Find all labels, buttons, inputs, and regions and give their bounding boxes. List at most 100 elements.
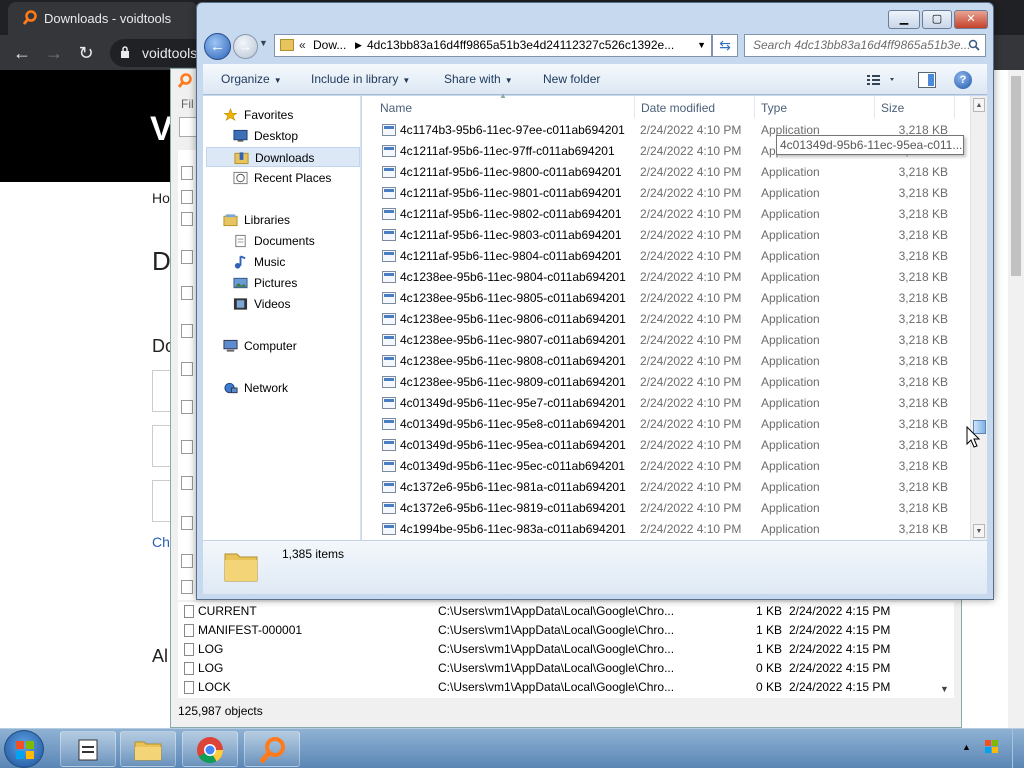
nav-recent-places[interactable]: Recent Places [203, 168, 361, 188]
column-header-date[interactable]: Date modified [641, 101, 715, 115]
file-list-scrollbar[interactable]: ▲ ▼ [970, 96, 987, 540]
recent-pages-dropdown-icon[interactable]: ▼ [259, 38, 268, 48]
file-size: 3,218 KB [898, 186, 948, 200]
scroll-down-arrow-icon[interactable]: ▼ [973, 524, 985, 538]
new-folder-button[interactable]: New folder [543, 72, 600, 86]
nav-favorites[interactable]: Favorites [203, 105, 361, 125]
table-row[interactable]: 4c1211af-95b6-11ec-9804-c011ab694201 2/24… [362, 246, 970, 267]
breadcrumb-separator-icon[interactable]: ▶ [355, 35, 362, 56]
chrome-tab[interactable]: Downloads - voidtools [8, 2, 198, 35]
address-dropdown-icon[interactable]: ▼ [697, 35, 706, 56]
address-bar[interactable]: « Dow... ▶ 4dc13bb83a16d4ff9865a51b3e4d2… [274, 34, 712, 57]
table-row[interactable]: 4c1994be-95b6-11ec-983a-c011ab694201 2/24… [362, 519, 970, 540]
column-divider[interactable] [634, 96, 635, 118]
nav-videos[interactable]: Videos [203, 294, 361, 314]
nav-computer[interactable]: Computer [203, 336, 361, 356]
table-row[interactable]: 4c01349d-95b6-11ec-95ec-c011ab694201 2/24… [362, 456, 970, 477]
list-item[interactable]: MANIFEST-000001 C:\Users\vm1\AppData\Loc… [178, 621, 954, 640]
item-count: 1,385 items [282, 547, 345, 561]
chrome-page-scrollbar[interactable] [1008, 70, 1024, 728]
minimize-button[interactable]: ▁ [888, 10, 920, 29]
nav-pictures[interactable]: Pictures [203, 273, 361, 293]
show-hidden-icons-icon[interactable]: ▲ [962, 742, 971, 752]
organize-button[interactable]: Organize ▼ [221, 72, 282, 86]
scroll-up-arrow-icon[interactable]: ▲ [973, 98, 985, 112]
breadcrumb-downloads[interactable]: Dow... [313, 35, 346, 56]
page-link[interactable]: Ch [152, 534, 170, 550]
list-item[interactable]: LOG C:\Users\vm1\AppData\Local\Google\Ch… [178, 659, 954, 678]
table-row[interactable]: 4c1211af-95b6-11ec-9802-c011ab694201 2/24… [362, 204, 970, 225]
nav-desktop[interactable]: Desktop [203, 126, 361, 146]
file-name: 4c01349d-95b6-11ec-95ea-c011ab694201 [400, 438, 626, 452]
folder-icon [280, 39, 294, 51]
file-type: Application [761, 501, 820, 515]
address-overflow[interactable]: « [299, 35, 306, 56]
scroll-down-arrow-icon[interactable]: ▼ [940, 684, 949, 694]
nav-label: Network [244, 381, 289, 395]
table-row[interactable]: 4c01349d-95b6-11ec-95e8-c011ab694201 2/24… [362, 414, 970, 435]
desktop-icon [233, 129, 248, 142]
file-type: Application [761, 480, 820, 494]
maximize-button[interactable]: ▢ [922, 10, 952, 29]
nav-music[interactable]: Music [203, 252, 361, 272]
chrome-forward-icon[interactable]: → [44, 43, 64, 63]
search-input[interactable]: Search 4dc13bb83a16d4ff9865a51b3e... [744, 34, 986, 57]
everything-menu-file[interactable]: Fil [181, 97, 194, 111]
table-row[interactable]: 4c1211af-95b6-11ec-9803-c011ab694201 2/24… [362, 225, 970, 246]
file-icon [184, 605, 194, 618]
include-in-library-button[interactable]: Include in library ▼ [311, 72, 410, 86]
refresh-icon[interactable]: ⇆ [712, 34, 738, 57]
table-row[interactable]: 4c1238ee-95b6-11ec-9806-c011ab694201 2/24… [362, 309, 970, 330]
close-button[interactable]: ✕ [954, 10, 988, 29]
column-header-name[interactable]: Name [380, 101, 412, 115]
chrome-back-icon[interactable]: ← [12, 43, 32, 63]
column-divider[interactable] [874, 96, 875, 118]
table-row[interactable]: 4c01349d-95b6-11ec-95ea-c011ab694201 2/24… [362, 435, 970, 456]
breadcrumb-current-folder[interactable]: 4dc13bb83a16d4ff9865a51b3e4d24112327c526… [367, 35, 674, 56]
page-nav-home[interactable]: Ho [152, 190, 170, 206]
column-header-size[interactable]: Size [881, 101, 904, 115]
preview-pane-icon[interactable] [918, 72, 936, 88]
start-button[interactable] [4, 730, 44, 768]
table-row[interactable]: 4c1238ee-95b6-11ec-9808-c011ab694201 2/24… [362, 351, 970, 372]
table-row[interactable]: 4c01349d-95b6-11ec-95e7-c011ab694201 2/24… [362, 393, 970, 414]
column-divider[interactable] [954, 96, 955, 118]
file-date: 2/24/2022 4:10 PM [640, 228, 742, 242]
taskbar-chrome-button[interactable] [182, 731, 238, 767]
taskbar-app-button[interactable] [60, 731, 116, 767]
list-item[interactable]: LOCK C:\Users\vm1\AppData\Local\Google\C… [178, 678, 954, 697]
taskbar-explorer-button[interactable] [120, 731, 176, 767]
nav-libraries[interactable]: Libraries [203, 210, 361, 230]
forward-arrow-icon[interactable]: → [233, 34, 258, 59]
result-size: 0 KB [756, 680, 783, 694]
table-row[interactable]: 4c1211af-95b6-11ec-9801-c011ab694201 2/24… [362, 183, 970, 204]
taskbar-everything-button[interactable] [244, 731, 300, 767]
column-divider[interactable] [754, 96, 755, 118]
table-row[interactable]: 4c1238ee-95b6-11ec-9809-c011ab694201 2/24… [362, 372, 970, 393]
nav-downloads[interactable]: Downloads [206, 147, 360, 167]
everything-status-bar: 125,987 objects [172, 700, 960, 722]
chrome-omnibox[interactable]: voidtools [110, 39, 210, 67]
column-header-type[interactable]: Type [761, 101, 787, 115]
chrome-reload-icon[interactable]: ↻ [76, 43, 96, 63]
show-desktop-button[interactable] [1012, 729, 1024, 768]
nav-documents[interactable]: Documents [203, 231, 361, 251]
back-arrow-icon[interactable]: ← [204, 33, 231, 60]
table-row[interactable]: 4c1238ee-95b6-11ec-9805-c011ab694201 2/24… [362, 288, 970, 309]
file-icon [181, 286, 193, 300]
table-row[interactable]: 4c1238ee-95b6-11ec-9807-c011ab694201 2/24… [362, 330, 970, 351]
search-icon[interactable] [968, 39, 980, 51]
file-type: Application [761, 333, 820, 347]
table-row[interactable]: 4c1211af-95b6-11ec-9800-c011ab694201 2/24… [362, 162, 970, 183]
table-row[interactable]: 4c1372e6-95b6-11ec-981a-c011ab694201 2/24… [362, 477, 970, 498]
table-row[interactable]: 4c1372e6-95b6-11ec-9819-c011ab694201 2/24… [362, 498, 970, 519]
scroll-thumb[interactable] [1011, 76, 1021, 276]
action-center-flag-icon[interactable] [983, 738, 1001, 756]
share-with-button[interactable]: Share with ▼ [444, 72, 513, 86]
list-item[interactable]: LOG C:\Users\vm1\AppData\Local\Google\Ch… [178, 640, 954, 659]
help-icon[interactable]: ? [954, 71, 972, 89]
table-row[interactable]: 4c1238ee-95b6-11ec-9804-c011ab694201 2/24… [362, 267, 970, 288]
list-item[interactable]: CURRENT C:\Users\vm1\AppData\Local\Googl… [178, 602, 954, 621]
nav-network[interactable]: Network [203, 378, 361, 398]
change-view-icon[interactable] [866, 72, 898, 88]
